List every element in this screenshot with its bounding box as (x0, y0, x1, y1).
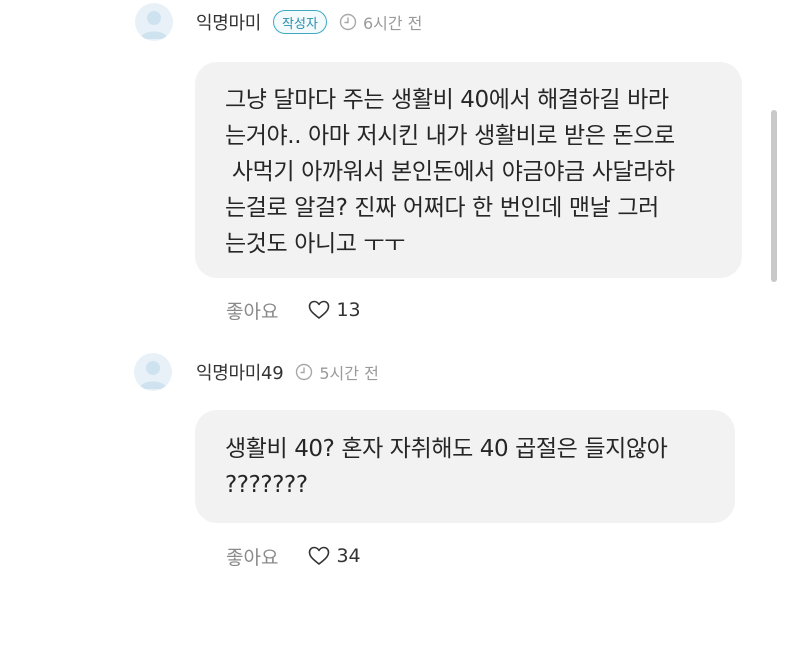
comment-actions: 좋아요 13 (226, 295, 361, 325)
author-name[interactable]: 익명마미 (196, 9, 261, 35)
comment-header: 익명마미49 5시간 전 (196, 357, 379, 387)
clock-icon (339, 13, 357, 31)
timestamp: 6시간 전 (339, 10, 422, 34)
scrollbar-thumb[interactable] (771, 110, 777, 282)
like-button[interactable]: 좋아요 (226, 543, 278, 570)
heart-outline-icon[interactable] (308, 300, 330, 320)
heart-outline-icon[interactable] (308, 546, 330, 566)
timestamp: 5시간 전 (295, 360, 379, 384)
avatar[interactable] (134, 353, 172, 391)
comment-line: 는거야.. 아마 저시킨 내가 생활비로 받은 돈으로 (225, 123, 675, 149)
comment-bubble: 그냥 달마다 주는 생활비 40에서 해결하길 바라 는거야.. 아마 저시킨 … (195, 62, 742, 278)
comment-line: 는걸로 알걸? 진짜 어쩌다 한 번인데 맨날 그러 (225, 195, 659, 221)
comment-header: 익명마미 작성자 6시간 전 (196, 7, 422, 37)
comment-line: 사먹기 아까워서 본인돈에서 야금야금 사달라하 (225, 159, 675, 185)
like-count: 34 (336, 545, 361, 567)
clock-icon (295, 363, 313, 381)
comment-line: 그냥 달마다 주는 생활비 40에서 해결하길 바라 (225, 87, 669, 113)
time-text: 6시간 전 (362, 14, 423, 33)
avatar[interactable] (135, 3, 173, 41)
comment-actions: 좋아요 34 (226, 541, 361, 571)
like-button[interactable]: 좋아요 (226, 297, 278, 324)
comment-bubble: 생활비 40? 혼자 자취해도 40 곱절은 들지않아 ??????? (195, 410, 735, 523)
author-name[interactable]: 익명마미49 (196, 359, 284, 385)
avatar-icon (140, 11, 168, 39)
heart-like-button[interactable]: 34 (308, 545, 361, 567)
like-count: 13 (336, 299, 361, 321)
avatar-icon (139, 361, 167, 389)
comment-line: ??????? (225, 472, 308, 498)
heart-like-button[interactable]: 13 (308, 299, 361, 321)
comment-line: 생활비 40? 혼자 자취해도 40 곱절은 들지않아 (225, 436, 668, 462)
time-text: 5시간 전 (319, 364, 379, 383)
comment-line: 는것도 아니고 ㅜㅜ (225, 231, 405, 257)
author-badge: 작성자 (273, 10, 327, 34)
